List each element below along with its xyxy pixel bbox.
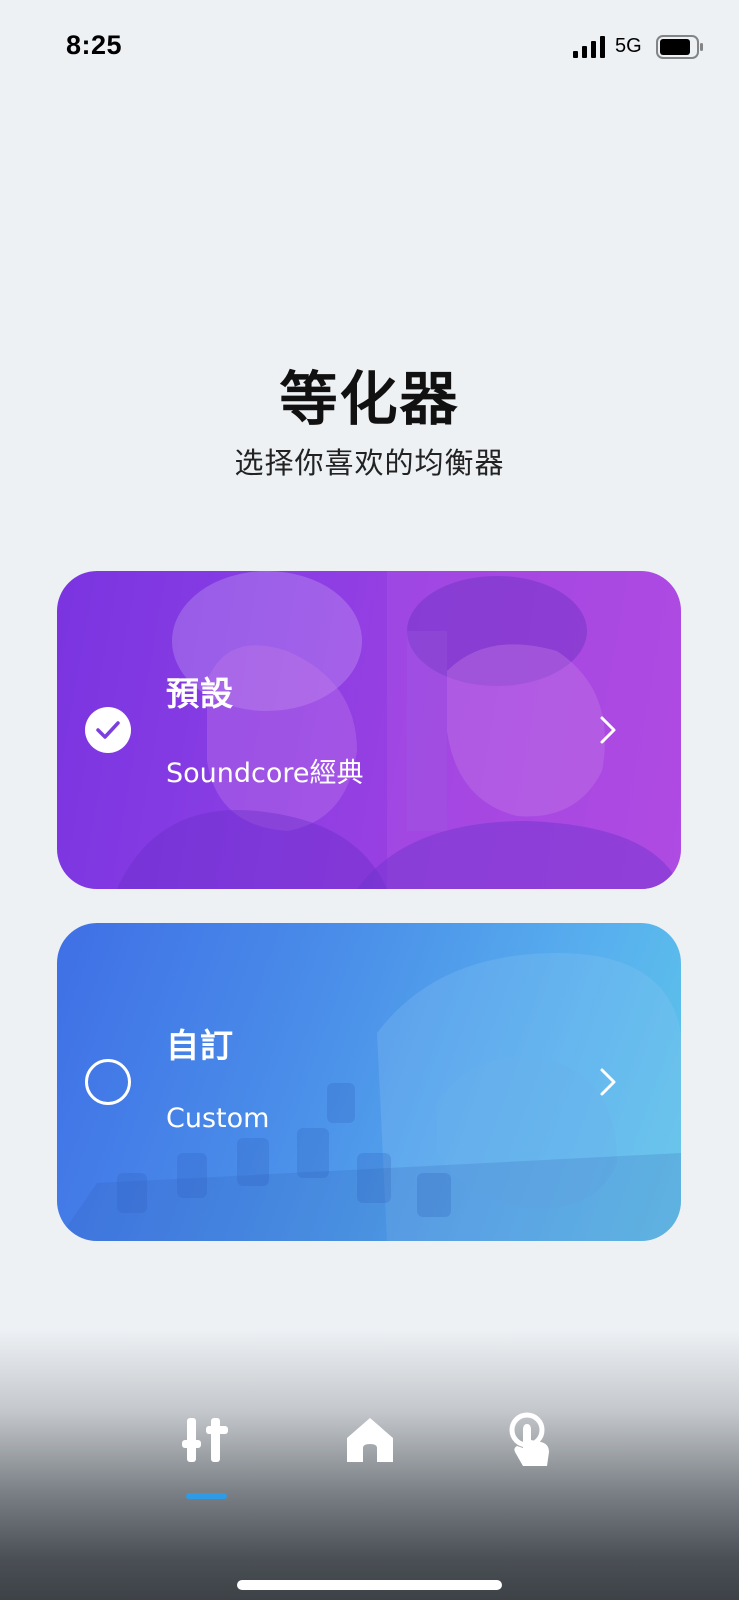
battery-icon <box>656 35 703 59</box>
preset-radio-selected[interactable] <box>85 707 131 753</box>
chevron-right-icon[interactable] <box>599 1067 617 1097</box>
bottom-nav <box>0 1330 739 1600</box>
home-icon <box>347 1418 393 1462</box>
custom-radio-unselected[interactable] <box>85 1059 131 1105</box>
active-tab-indicator <box>186 1493 227 1499</box>
preset-card-title: 預設 <box>166 674 234 713</box>
page-subtitle: 选择你喜欢的均衡器 <box>234 446 505 480</box>
nav-touch-tab[interactable] <box>502 1410 562 1470</box>
preset-card-subtitle: Soundcore經典 <box>166 758 364 789</box>
page-title: 等化器 <box>279 365 460 433</box>
preset-eq-card[interactable]: 預設 Soundcore經典 <box>57 571 681 889</box>
status-bar: 8:25 5G <box>0 0 739 96</box>
custom-card-photo <box>57 953 681 1241</box>
home-indicator[interactable] <box>237 1580 502 1590</box>
preset-card-photo <box>117 571 681 889</box>
nav-home-tab[interactable] <box>340 1410 400 1470</box>
check-icon <box>96 721 120 739</box>
custom-card-subtitle: Custom <box>166 1103 270 1134</box>
custom-eq-card[interactable]: 自訂 Custom <box>57 923 681 1241</box>
status-time: 8:25 <box>66 30 123 60</box>
nav-equalizer-tab[interactable] <box>176 1410 236 1470</box>
signal-icon <box>573 36 605 58</box>
custom-card-title: 自訂 <box>166 1026 234 1065</box>
chevron-right-icon[interactable] <box>599 715 617 745</box>
network-label: 5G <box>615 35 642 57</box>
touch-icon <box>509 1412 549 1466</box>
equalizer-icon <box>182 1418 228 1462</box>
